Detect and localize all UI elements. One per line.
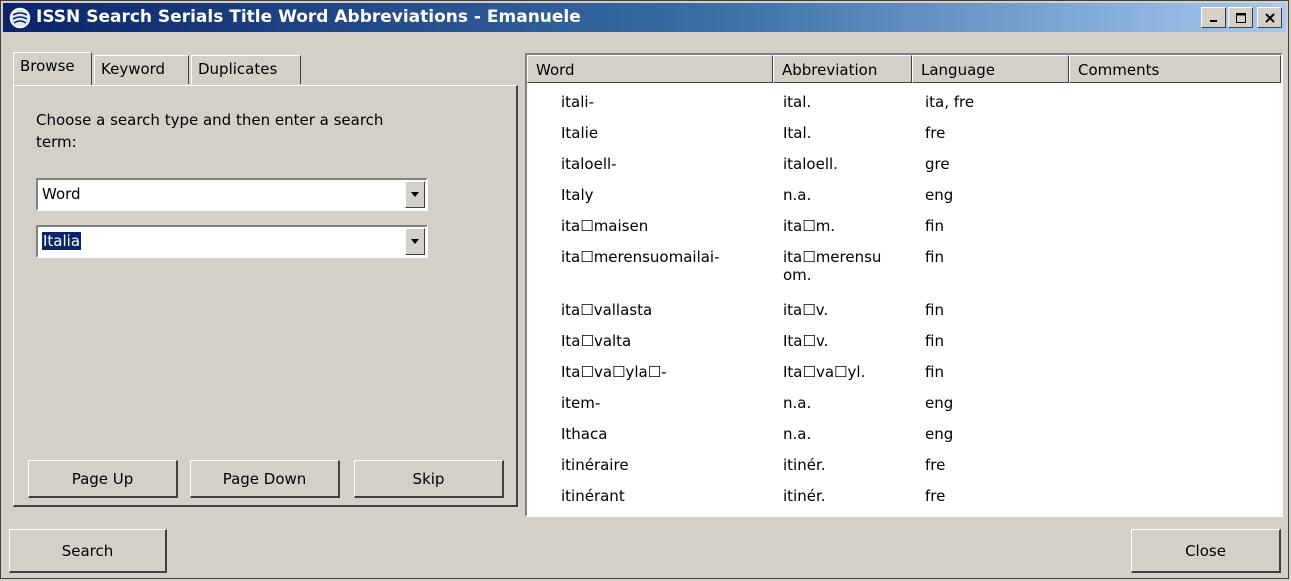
page-up-button[interactable]: Page Up: [28, 460, 178, 498]
abbreviation-cell: italoell.: [783, 155, 838, 173]
results-table[interactable]: Word Abbreviation Language Comments ital…: [525, 53, 1283, 517]
word-cell: itali-: [561, 93, 594, 111]
window-title: ISSN Search Serials Title Word Abbreviat…: [36, 7, 581, 27]
abbreviation-cell: Ita☐va☐yl.: [783, 363, 866, 381]
language-cell: fin: [925, 301, 944, 319]
column-header-abbreviation[interactable]: Abbreviation: [773, 55, 912, 83]
column-header-language-label: Language: [921, 61, 996, 79]
language-cell: gre: [925, 155, 950, 173]
column-header-language[interactable]: Language: [912, 55, 1069, 83]
maximize-icon: [1235, 12, 1246, 23]
search-term-dropdown-button[interactable]: [405, 228, 425, 255]
search-type-value: Word: [42, 185, 81, 203]
column-header-comments-label: Comments: [1078, 61, 1160, 79]
close-button-label: Close: [1185, 541, 1226, 560]
window-controls: [1201, 7, 1282, 28]
abbreviation-cell: ita☐merensu om.: [783, 248, 882, 284]
abbreviation-cell: itinér.: [783, 487, 826, 505]
maximize-button[interactable]: [1228, 7, 1253, 28]
word-cell: Ithaca: [561, 425, 608, 443]
search-type-dropdown-button[interactable]: [405, 181, 425, 208]
app-icon: [9, 7, 31, 29]
language-cell: fin: [925, 332, 944, 350]
column-header-comments[interactable]: Comments: [1069, 55, 1281, 83]
column-header-abbreviation-label: Abbreviation: [782, 61, 878, 79]
language-cell: ita, fre: [925, 93, 975, 111]
word-cell: Italie: [561, 124, 599, 142]
search-type-dropdown[interactable]: Word: [36, 178, 428, 211]
column-header-word[interactable]: Word: [527, 55, 773, 83]
language-cell: eng: [925, 186, 954, 204]
search-button[interactable]: Search: [9, 529, 167, 573]
word-cell: itinérant: [561, 487, 625, 505]
search-button-label: Search: [61, 541, 114, 560]
word-cell: item-: [561, 394, 601, 412]
column-header-word-label: Word: [536, 61, 575, 79]
tab-browse[interactable]: Browse: [13, 52, 92, 85]
page-up-label: Page Up: [71, 469, 134, 488]
page-down-button[interactable]: Page Down: [190, 460, 340, 498]
search-term-combo[interactable]: Italia: [36, 225, 428, 258]
word-cell: Ita☐valta: [561, 332, 632, 350]
abbreviation-cell: n.a.: [783, 186, 812, 204]
minimize-icon: [1209, 19, 1217, 22]
language-cell: fre: [925, 456, 946, 474]
word-cell: italoell-: [561, 155, 617, 173]
tab-keyword-label: Keyword: [101, 60, 166, 78]
word-cell: Italy: [561, 186, 594, 204]
tab-duplicates[interactable]: Duplicates: [191, 55, 301, 84]
abbreviation-cell: ita☐v.: [783, 301, 829, 319]
tab-browse-label: Browse: [20, 57, 75, 75]
abbreviation-cell: Ita☐v.: [783, 332, 829, 350]
word-cell: ita☐merensuomailai-: [561, 248, 720, 266]
language-cell: fre: [925, 124, 946, 142]
abbreviation-cell: ital.: [783, 93, 812, 111]
language-cell: eng: [925, 425, 954, 443]
abbreviation-cell: n.a.: [783, 425, 812, 443]
title-bar[interactable]: ISSN Search Serials Title Word Abbreviat…: [3, 3, 1286, 32]
page-down-label: Page Down: [222, 469, 307, 488]
language-cell: eng: [925, 394, 954, 412]
close-window-button[interactable]: [1257, 7, 1282, 28]
search-instruction: Choose a search type and then enter a se…: [36, 111, 384, 151]
tab-duplicates-label: Duplicates: [198, 60, 278, 78]
browse-panel: Choose a search type and then enter a se…: [13, 85, 518, 507]
abbreviation-cell: n.a.: [783, 394, 812, 412]
app-window: ISSN Search Serials Title Word Abbreviat…: [0, 0, 1289, 579]
close-icon: [1264, 12, 1275, 23]
language-cell: fin: [925, 248, 944, 266]
language-cell: fre: [925, 487, 946, 505]
abbreviation-cell: ita☐m.: [783, 217, 836, 235]
abbreviation-cell: Ital.: [783, 124, 812, 142]
close-button[interactable]: Close: [1131, 529, 1281, 573]
skip-button[interactable]: Skip: [354, 460, 504, 498]
chevron-down-icon: [411, 238, 419, 244]
language-cell: fin: [925, 363, 944, 381]
word-cell: itinéraire: [561, 456, 629, 474]
language-cell: fin: [925, 217, 944, 235]
minimize-button[interactable]: [1201, 7, 1226, 28]
tab-keyword[interactable]: Keyword: [94, 55, 189, 84]
search-term-input[interactable]: Italia: [42, 232, 82, 250]
skip-label: Skip: [412, 469, 445, 488]
abbreviation-cell: itinér.: [783, 456, 826, 474]
word-cell: ita☐vallasta: [561, 301, 653, 319]
word-cell: Ita☐va☐yla☐-: [561, 363, 667, 381]
word-cell: ita☐maisen: [561, 217, 649, 235]
chevron-down-icon: [411, 191, 419, 197]
